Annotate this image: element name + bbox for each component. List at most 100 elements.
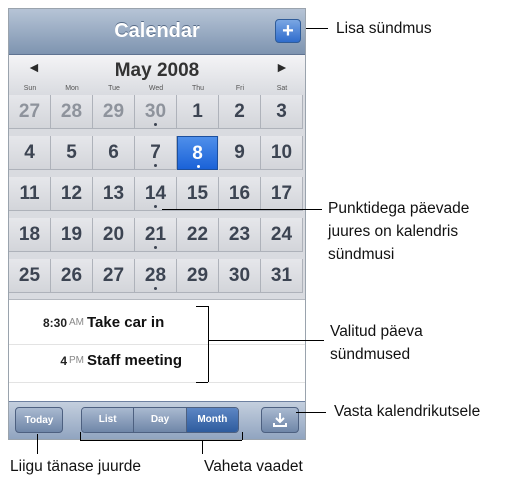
event-ampm: AM [69,317,84,328]
view-list-button[interactable]: List [82,408,135,432]
sync-button[interactable] [261,407,299,433]
calendar-app: Calendar + ◄ May 2008 ► Sun Mon Tue Wed Thu F… [8,8,306,440]
day-cell[interactable]: 18 [9,218,51,252]
day-number: 3 [276,101,287,122]
day-number: 29 [102,101,125,122]
day-cell[interactable]: 21 [135,218,177,252]
weekday-row: Sun Mon Tue Wed Thu Fri Sat [9,85,305,95]
day-cell[interactable]: 31 [261,259,303,293]
day-cell[interactable]: 10 [261,136,303,170]
day-number: 27 [18,101,41,122]
add-event-button[interactable]: + [275,19,301,43]
today-button[interactable]: Today [15,407,63,433]
day-number: 2 [234,101,245,122]
view-month-button[interactable]: Month [186,408,238,432]
day-number: 1 [192,101,203,122]
callout-line [162,209,322,210]
day-cell[interactable]: 5 [51,136,93,170]
callout-line [296,412,326,413]
callout-line [80,440,242,441]
weekday-label: Wed [148,85,164,92]
callout-today: Liigu tänase juurde [10,458,141,475]
callout-line [202,440,203,454]
day-number: 4 [24,142,35,163]
callout-line [196,382,208,383]
day-cell[interactable]: 27 [9,95,51,129]
day-cell[interactable]: 15 [177,177,219,211]
day-cell[interactable]: 12 [51,177,93,211]
callout-line [242,432,243,440]
callout-selected-2: sündmused [330,346,411,363]
day-cell[interactable]: 11 [9,177,51,211]
day-cell[interactable]: 24 [261,218,303,252]
day-cell[interactable]: 25 [9,259,51,293]
month-header: ◄ May 2008 ► Sun Mon Tue Wed Thu Fri Sat [9,55,305,95]
event-ampm: PM [69,355,84,366]
weekday-label: Mon [65,85,79,92]
day-cell[interactable]: 2 [219,95,261,129]
day-number: 30 [228,265,251,286]
view-day-button[interactable]: Day [134,408,187,432]
day-number: 27 [102,265,125,286]
day-cell[interactable]: 13 [93,177,135,211]
day-cell[interactable]: 16 [219,177,261,211]
day-number: 16 [228,183,251,204]
day-number: 9 [234,142,245,163]
month-label: May 2008 [114,60,200,81]
event-dot-icon [154,205,157,208]
day-cell[interactable]: 23 [219,218,261,252]
event-title: Take car in [87,314,165,331]
day-number: 23 [228,224,251,245]
day-cell[interactable]: 17 [261,177,303,211]
day-cell[interactable]: 22 [177,218,219,252]
day-cell[interactable]: 3 [261,95,303,129]
day-cell[interactable]: 30 [135,95,177,129]
day-cell[interactable]: 30 [219,259,261,293]
download-icon [273,413,287,427]
day-cell[interactable]: 20 [93,218,135,252]
day-number: 7 [150,142,161,163]
weekday-label: Thu [191,85,205,92]
day-number: 28 [60,101,83,122]
callout-line [306,28,328,29]
next-month-icon[interactable]: ► [275,59,289,75]
day-cell[interactable]: 4 [9,136,51,170]
callout-dots-2: juures on kalendris [328,223,459,240]
day-cell[interactable]: 26 [51,259,93,293]
day-cell[interactable]: 1 [177,95,219,129]
callout-selected-1: Valitud päeva [330,323,423,340]
day-cell[interactable]: 19 [51,218,93,252]
day-cell[interactable]: 28 [135,259,177,293]
day-number: 28 [144,265,167,286]
day-cell[interactable]: 29 [177,259,219,293]
day-cell[interactable]: 9 [219,136,261,170]
day-cell[interactable]: 6 [93,136,135,170]
day-cell[interactable]: 27 [93,259,135,293]
selected-day-cell[interactable]: 8 [177,136,218,170]
day-number: 12 [60,183,83,204]
day-number: 19 [60,224,83,245]
bottom-toolbar: Today List Day Month [9,401,305,439]
view-switcher: List Day Month [81,407,239,433]
day-number: 25 [18,265,41,286]
title-bar: Calendar + [9,9,305,55]
event-row[interactable]: 4 PM Staff meeting [9,344,305,383]
event-title: Staff meeting [87,352,183,369]
day-number: 20 [102,224,125,245]
event-dot-icon [154,287,157,290]
day-number: 15 [186,183,209,204]
event-time: 8:30 [42,316,67,330]
callout-line [196,306,208,307]
event-dot-icon [154,123,157,126]
day-number: 8 [192,143,203,164]
day-cell[interactable]: 28 [51,95,93,129]
weekday-label: Fri [235,85,245,92]
day-cell[interactable]: 14 [135,177,177,211]
day-number: 14 [144,183,167,204]
day-number: 21 [144,224,167,245]
day-cell[interactable]: 29 [93,95,135,129]
event-dot-icon [197,165,200,168]
day-cell[interactable]: 7 [135,136,177,170]
day-number: 17 [270,183,293,204]
callout-line [208,306,209,382]
